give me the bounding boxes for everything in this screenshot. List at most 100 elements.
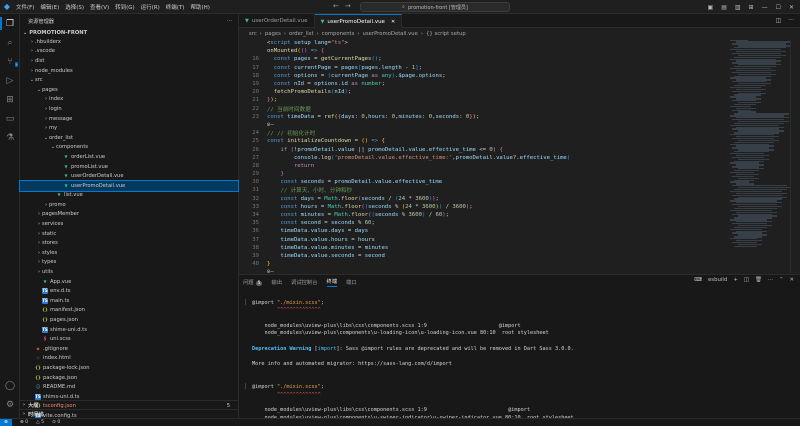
testing-icon[interactable]: ⚗: [0, 128, 20, 147]
new-terminal-icon[interactable]: +: [733, 277, 738, 283]
code-line[interactable]: 30 const seconds = promoDetail.value.eff…: [239, 178, 800, 186]
tree-item[interactable]: › utils: [20, 267, 238, 277]
code-line[interactable]: 21});: [239, 96, 800, 104]
command-center-search[interactable]: ⌕ promotion-front [管理员]: [360, 2, 510, 12]
code-line[interactable]: 16 const pages = getCurrentPages();: [239, 55, 800, 63]
menu-item[interactable]: 选择(S): [65, 3, 84, 11]
breadcrumb-item[interactable]: components: [322, 31, 355, 37]
tree-item[interactable]: › services: [20, 219, 238, 229]
customize-layout-icon[interactable]: ⊞: [749, 4, 754, 11]
code-line[interactable]: 33 const hours = Math.floor((seconds % (…: [239, 203, 800, 211]
back-arrow-icon[interactable]: ←: [333, 2, 339, 10]
tree-item[interactable]: ⌄ src: [20, 75, 238, 85]
code-line[interactable]: 39 timeData.value.seconds = second: [239, 252, 800, 260]
remote-indicator[interactable]: ⊗: [0, 418, 12, 426]
editor-scrollbar[interactable]: [790, 39, 800, 274]
code-line[interactable]: 23 const timeData = ref({days: 0,hours: 0…: [239, 113, 800, 121]
menu-item[interactable]: 文件(F): [16, 3, 34, 11]
panel-tab[interactable]: 输出: [271, 278, 282, 286]
menu-item[interactable]: 帮助(H): [190, 3, 209, 11]
tree-item[interactable]: ▼ userOrderDetail.vue: [20, 171, 238, 181]
account-icon[interactable]: ◯: [0, 376, 20, 395]
code-line[interactable]: 32 const days = Math.floor(seconds / (24…: [239, 195, 800, 203]
code-line[interactable]: 35 const second = seconds % 60;: [239, 219, 800, 227]
tree-item[interactable]: › node_modules: [20, 66, 238, 76]
code-line[interactable]: 40}: [239, 260, 800, 268]
tree-item[interactable]: ▼ userPromoDetail.vue: [19, 179, 239, 192]
tree-item[interactable]: › login: [20, 104, 238, 114]
trash-icon[interactable]: 🗑: [755, 277, 762, 283]
toggle-panel-icon[interactable]: ▤: [721, 4, 727, 11]
code-line[interactable]: ⊙–: [239, 121, 800, 129]
tree-item[interactable]: ⓘ README.md: [20, 382, 238, 392]
tree-item[interactable]: › types: [20, 258, 238, 268]
code-line[interactable]: 34 const minutes = Math.floor((seconds %…: [239, 211, 800, 219]
tree-item[interactable]: {} manifest.json: [20, 306, 238, 316]
tree-item[interactable]: › message: [20, 114, 238, 124]
breadcrumb-item[interactable]: userPromoDetail.vue: [363, 31, 418, 37]
close-panel-icon[interactable]: ✕: [789, 277, 794, 283]
menu-item[interactable]: 运行(R): [141, 3, 160, 11]
run-debug-icon[interactable]: ▷: [0, 71, 20, 90]
close-window-button[interactable]: ✕: [789, 4, 794, 11]
panel-tab[interactable]: 终端: [326, 277, 338, 287]
error-count[interactable]: ⊗ 0: [20, 420, 28, 425]
forward-arrow-icon[interactable]: →: [345, 2, 351, 10]
remote-explorer-icon[interactable]: ▭: [0, 109, 20, 128]
code-line[interactable]: 22 // 当前时间数据: [239, 105, 800, 113]
editor-tab[interactable]: ▼ userOrderDetail.vue: [239, 14, 315, 28]
breadcrumb-item[interactable]: src: [249, 31, 257, 37]
menu-item[interactable]: 编辑(E): [40, 3, 59, 11]
timeline-section[interactable]: › 时间线: [20, 409, 239, 418]
code-line[interactable]: <script setup lang="ts">: [239, 39, 800, 47]
source-control-icon[interactable]: ⑂ ·: [0, 52, 20, 71]
outline-section[interactable]: › 大纲: [20, 400, 239, 409]
menu-item[interactable]: 转到(G): [115, 3, 135, 11]
search-view-icon[interactable]: ⌕: [0, 33, 20, 52]
tree-item[interactable]: ⌄ order_list: [20, 133, 238, 143]
breadcrumb-item[interactable]: pages: [265, 31, 281, 37]
tree-item[interactable]: › index: [20, 95, 238, 105]
more-panel-icon[interactable]: ···: [768, 277, 773, 283]
gear-icon[interactable]: ⚙: [0, 395, 20, 414]
code-line[interactable]: 17 const currentPage = pages[pages.lengt…: [239, 64, 800, 72]
tree-item[interactable]: ▼ orderList.vue: [20, 152, 238, 162]
tree-item[interactable]: ▼ App.vue: [20, 277, 238, 287]
tree-item[interactable]: TS env.d.ts: [20, 286, 238, 296]
tree-item[interactable]: ▼ promoList.vue: [20, 162, 238, 172]
tree-item[interactable]: {} pages.json: [20, 315, 238, 325]
breadcrumb-item[interactable]: order_list: [289, 31, 314, 37]
code-line[interactable]: onMounted(() => {: [239, 47, 800, 55]
tree-item[interactable]: {} package.json: [20, 373, 238, 383]
editor-tab[interactable]: ▼ userPromoDetail.vue ✕: [314, 14, 403, 28]
tree-item[interactable]: › promo: [20, 200, 238, 210]
terminal-name[interactable]: esbuild: [708, 277, 727, 283]
minimize-button[interactable]: —: [762, 4, 768, 11]
tree-item[interactable]: › dist: [20, 56, 238, 66]
code-line[interactable]: 37 timeData.value.hours = hours: [239, 236, 800, 244]
code-line[interactable]: 19 const nId = options.id as number;: [239, 80, 800, 88]
tree-item[interactable]: ◆ .gitignore: [20, 344, 238, 354]
code-line[interactable]: 26 if (!promoDetail.value || promoDetail…: [239, 145, 800, 153]
tree-item[interactable]: TS shime-uni.d.ts: [20, 325, 238, 335]
maximize-panel-icon[interactable]: ⌃: [779, 277, 784, 283]
code-line[interactable]: 18 const options = (currentPage as any).…: [239, 72, 800, 80]
workspace-root[interactable]: ⌄ PROMOTION-FRONT: [20, 28, 238, 37]
panel-tab[interactable]: 端口: [346, 278, 357, 286]
tree-item[interactable]: › stores: [20, 238, 238, 248]
explorer-icon[interactable]: ❐: [0, 14, 20, 33]
terminal-output[interactable]: │ @import "./mixin.scss"; ^^^^^^^^^^^^^^ …: [239, 291, 787, 421]
terminal-scrollbar[interactable]: [792, 291, 798, 417]
maximize-button[interactable]: ☐: [776, 4, 781, 11]
code-line[interactable]: 29 }: [239, 170, 800, 178]
code-line[interactable]: 28 return: [239, 162, 800, 170]
tree-item[interactable]: › static: [20, 229, 238, 239]
code-line[interactable]: 38 timeData.value.minutes = minutes: [239, 244, 800, 252]
more-actions-icon[interactable]: ···: [227, 18, 232, 24]
code-line[interactable]: 36 timeData.value.days = days: [239, 227, 800, 235]
tree-item[interactable]: › styles: [20, 248, 238, 258]
extensions-icon[interactable]: ⊞: [0, 90, 20, 109]
tree-item[interactable]: › .hbuilderx: [20, 37, 238, 47]
code-line[interactable]: 31 // 计算天、小时、分钟和秒: [239, 186, 800, 194]
close-tab-icon[interactable]: ✕: [391, 19, 395, 25]
